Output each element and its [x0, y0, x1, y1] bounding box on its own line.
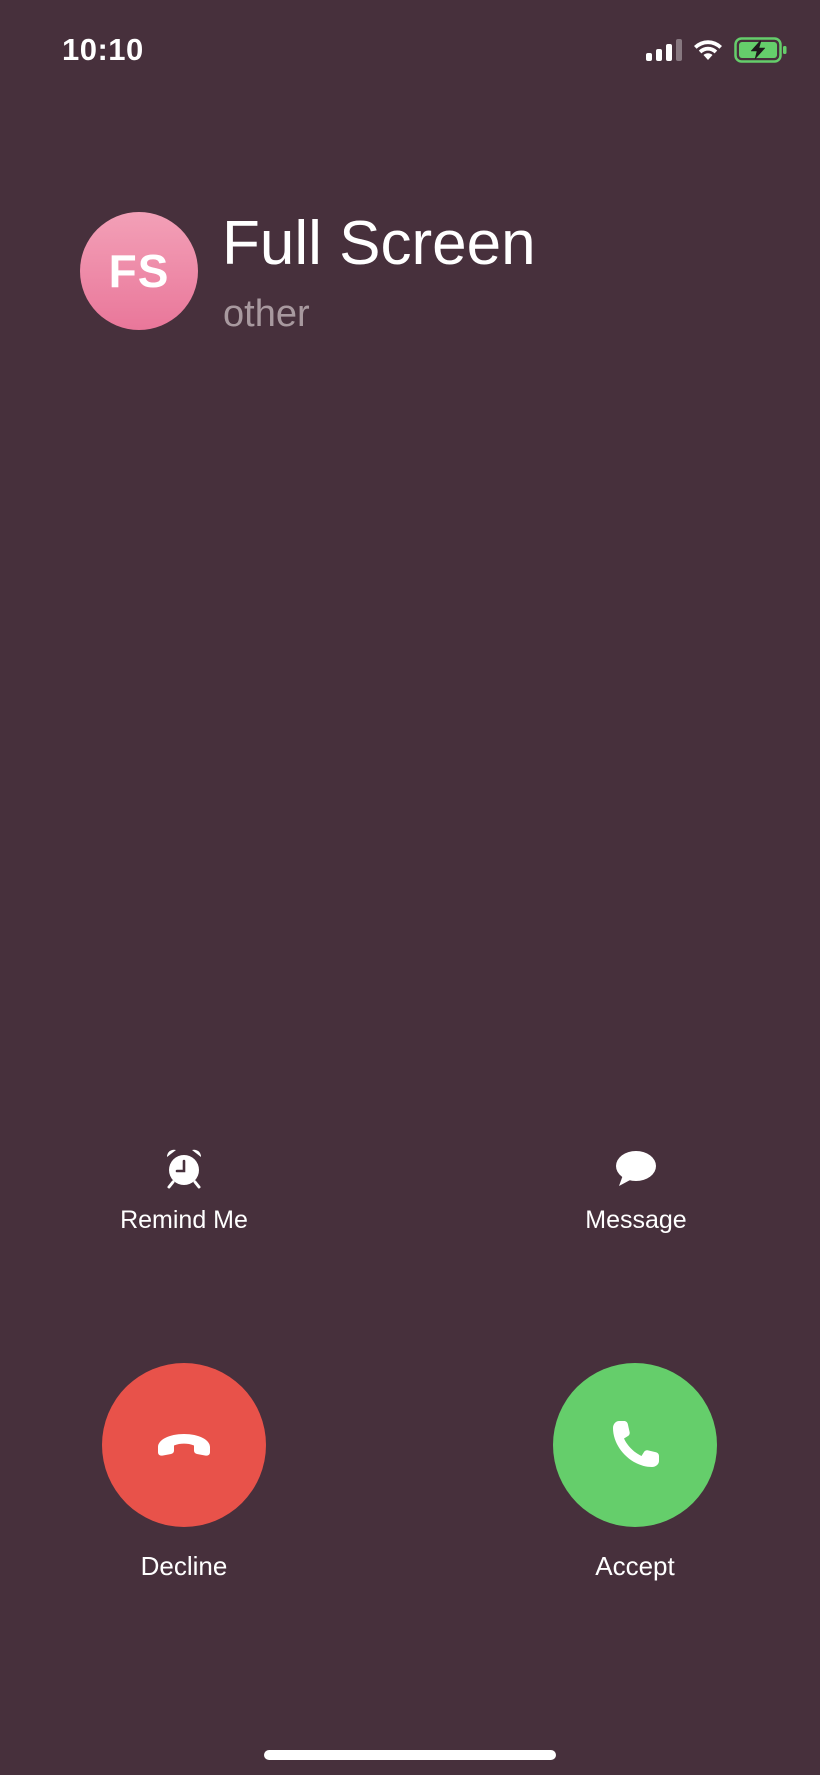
- caller-label: other: [223, 293, 310, 335]
- battery-charging-icon: [734, 37, 787, 63]
- wifi-icon: [694, 40, 722, 60]
- home-indicator[interactable]: [264, 1750, 556, 1760]
- accept-label: Accept: [595, 1551, 675, 1581]
- status-icons: [646, 36, 788, 64]
- phone-icon: [613, 1421, 659, 1467]
- decline-circle[interactable]: [102, 1363, 266, 1527]
- accept-circle[interactable]: [553, 1363, 717, 1527]
- caller-avatar: FS: [80, 212, 198, 330]
- cellular-signal-icon: [646, 39, 682, 61]
- remind-me-label: Remind Me: [120, 1206, 248, 1234]
- message-label: Message: [585, 1206, 687, 1234]
- decline-button[interactable]: Decline: [74, 1363, 294, 1583]
- decline-label: Decline: [140, 1551, 228, 1581]
- message-button[interactable]: Message: [526, 1146, 746, 1236]
- remind-me-button[interactable]: Remind Me: [74, 1146, 294, 1236]
- accept-button[interactable]: Accept: [525, 1363, 745, 1583]
- speech-bubble-icon: [614, 1146, 658, 1190]
- phone-hangup-icon: [158, 1434, 210, 1456]
- alarm-clock-icon: [162, 1146, 206, 1190]
- caller-name: Full Screen: [222, 209, 536, 278]
- incoming-call-screen: 10:10 FS Full Screen other Remind Me Mes…: [0, 0, 820, 1775]
- status-time: 10:10: [62, 32, 144, 67]
